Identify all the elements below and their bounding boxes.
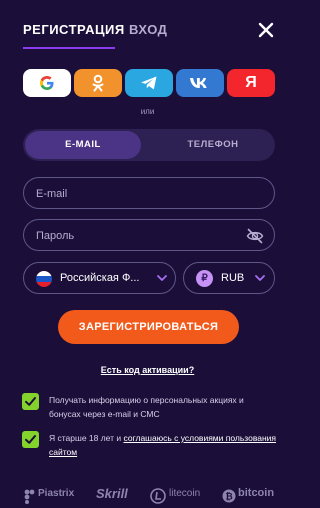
google-icon bbox=[40, 76, 54, 90]
currency-select[interactable]: ₽ RUB bbox=[183, 262, 275, 294]
header: РЕГИСТРАЦИЯ ВХОД bbox=[0, 0, 295, 60]
eye-slash-icon[interactable] bbox=[246, 227, 264, 245]
ruble-icon: ₽ bbox=[196, 270, 213, 287]
register-button[interactable]: ЗАРЕГИСТРИРОВАТЬСЯ bbox=[58, 310, 239, 344]
checkmark-icon bbox=[25, 397, 36, 406]
yandex-icon: Я bbox=[245, 74, 257, 91]
yandex-login-button[interactable]: Я bbox=[227, 69, 275, 97]
vk-icon bbox=[190, 78, 207, 88]
password-field[interactable] bbox=[34, 220, 248, 252]
russia-flag-icon bbox=[36, 271, 52, 287]
tab-phone[interactable]: ТЕЛЕФОН bbox=[151, 129, 275, 161]
email-field-container bbox=[23, 177, 275, 210]
country-select[interactable]: Российская Ф... bbox=[23, 262, 176, 294]
telegram-login-button[interactable] bbox=[125, 69, 173, 97]
tab-login[interactable]: ВХОД bbox=[129, 22, 167, 37]
tab-register[interactable]: РЕГИСТРАЦИЯ bbox=[23, 22, 125, 37]
payment-methods: Piastrix Skrill litecoin ₿ bitcoin bbox=[0, 486, 295, 508]
email-field[interactable] bbox=[34, 178, 248, 210]
telegram-icon bbox=[141, 76, 157, 90]
promo-consent-label: Получать информацию о персональных акция… bbox=[49, 395, 244, 419]
bitcoin-icon: ₿ bbox=[222, 489, 236, 503]
google-login-button[interactable] bbox=[23, 69, 71, 97]
or-divider: или bbox=[140, 107, 155, 116]
active-tab-indicator bbox=[23, 47, 115, 49]
activation-code-link[interactable]: Есть код активации? bbox=[0, 365, 295, 375]
age-consent-label: Я старше 18 лет и соглашаюсь с условиями… bbox=[49, 431, 277, 459]
country-value: Российская Ф... bbox=[60, 272, 140, 284]
currency-value: RUB bbox=[221, 272, 245, 284]
chevron-down-icon bbox=[157, 275, 167, 281]
tab-email[interactable]: E-MAIL bbox=[25, 129, 141, 161]
svg-text:₿: ₿ bbox=[225, 492, 232, 502]
close-icon[interactable] bbox=[256, 20, 276, 40]
litecoin-logo: litecoin bbox=[169, 488, 201, 499]
registration-screen: РЕГИСТРАЦИЯ ВХОД Я или E-MAIL ТЕЛЕФОН E-… bbox=[0, 0, 295, 508]
method-switcher: E-MAIL ТЕЛЕФОН bbox=[23, 129, 275, 161]
bitcoin-logo: bitcoin bbox=[238, 487, 275, 499]
vk-login-button[interactable] bbox=[176, 69, 224, 97]
litecoin-icon bbox=[150, 488, 166, 504]
age-consent-checkbox[interactable] bbox=[22, 431, 39, 448]
piastrix-icon bbox=[24, 489, 35, 504]
promo-consent-checkbox[interactable] bbox=[22, 393, 39, 410]
social-login-row: Я bbox=[23, 69, 275, 97]
odnoklassniki-icon bbox=[92, 74, 104, 92]
odnoklassniki-login-button[interactable] bbox=[74, 69, 122, 97]
password-field-container bbox=[23, 219, 275, 252]
age-consent-text: Я старше 18 лет и bbox=[49, 433, 124, 443]
chevron-down-icon bbox=[255, 275, 265, 281]
piastrix-logo: Piastrix bbox=[38, 488, 75, 499]
skrill-logo: Skrill bbox=[96, 486, 128, 501]
checkmark-icon bbox=[25, 435, 36, 444]
